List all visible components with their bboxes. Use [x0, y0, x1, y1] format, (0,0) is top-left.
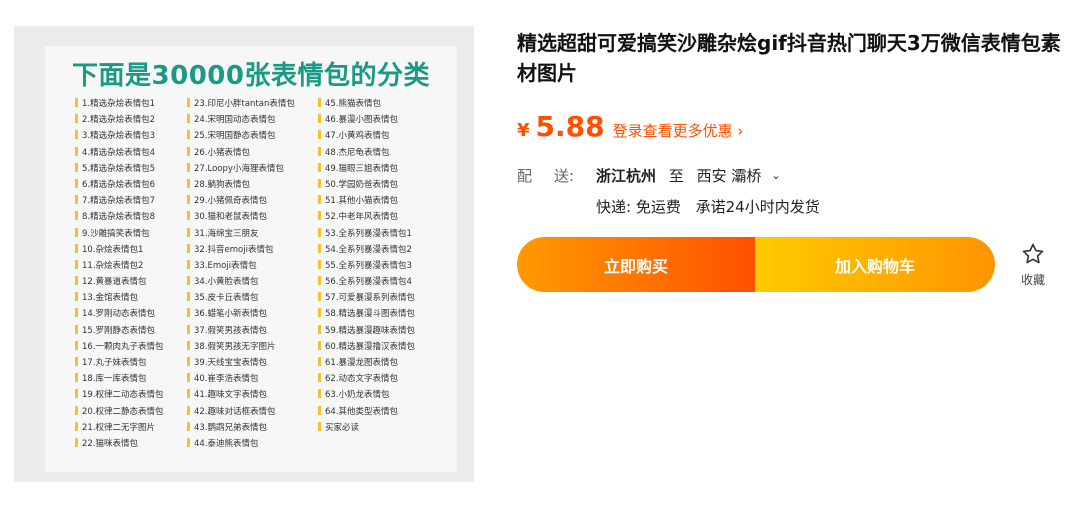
category-item: 2.精选杂烩表情包2: [75, 112, 164, 128]
category-item: 4.精选杂烩表情包4: [75, 145, 164, 161]
category-item: 44.泰迪熊表情包: [187, 436, 295, 452]
category-item: 19.权律二动态表情包: [75, 387, 164, 403]
category-item: 31.海绵宝三朋友: [187, 226, 295, 242]
category-item: 56.全系列暴漫表情包4: [318, 274, 415, 290]
promo-title: 下面是30000张表情包的分类: [72, 61, 430, 91]
category-item: 43.鹦鹉兄弟表情包: [187, 420, 295, 436]
category-item: 62.动态文字表情包: [318, 371, 415, 387]
category-item: 13.金馆表情包: [75, 290, 164, 306]
category-item: 24.宋明国动态表情包: [187, 112, 295, 128]
category-item: 8.精选杂烩表情包8: [75, 209, 164, 225]
category-item: 23.印尼小胖tantan表情包: [187, 96, 295, 112]
category-item: 18.库一库表情包: [75, 371, 164, 387]
category-item: 14.罗刚动态表情包: [75, 306, 164, 322]
category-item: 46.暴漫小图表情包: [318, 112, 415, 128]
category-item: 53.全系列暴漫表情包1: [318, 226, 415, 242]
express-fee: 快递: 免运费: [596, 198, 681, 216]
category-column-2: 23.印尼小胖tantan表情包 24.宋明国动态表情包 25.宋明国静态表情包 26…: [187, 96, 295, 452]
shipping-label: 配 送:: [517, 165, 574, 186]
category-item: 3.精选杂烩表情包3: [75, 128, 164, 144]
category-item: 29.小猪佩奇表情包: [187, 193, 295, 209]
price-currency: ¥: [517, 120, 530, 141]
category-item: 50.学园奶爸表情包: [318, 177, 415, 193]
category-item: 41.趣味文字表情包: [187, 387, 295, 403]
category-item: 40.崔李浩表情包: [187, 371, 295, 387]
star-icon: [1022, 243, 1044, 264]
category-item: 17.丸子妹表情包: [75, 355, 164, 371]
category-item: 7.精选杂烩表情包7: [75, 193, 164, 209]
category-item: 22.猫咪表情包: [75, 436, 164, 452]
category-item: 25.宋明国静态表情包: [187, 128, 295, 144]
category-item: 6.精选杂烩表情包6: [75, 177, 164, 193]
dispatch-promise: 承诺24小时内发货: [695, 198, 820, 216]
category-item: 21.权律二无字图片: [75, 420, 164, 436]
category-item: 38.假笑男孩无字图片: [187, 339, 295, 355]
category-item: 34.小黄脸表情包: [187, 274, 295, 290]
favorite-button[interactable]: 收藏: [1013, 242, 1053, 288]
shipping-destination: 西安 灞桥: [696, 167, 762, 185]
product-title: 精选超甜可爱搞笑沙雕杂烩gif抖音热门聊天3万微信表情包素材图片: [517, 31, 1061, 85]
category-item: 10.杂烩表情包1: [75, 242, 164, 258]
chevron-down-icon: ⌄: [771, 169, 781, 182]
category-item: 33.Emoji表情包: [187, 258, 295, 274]
category-item: 36.蜡笔小新表情包: [187, 306, 295, 322]
category-item: 55.全系列暴漫表情包3: [318, 258, 415, 274]
category-column-1: 1.精选杂烩表情包1 2.精选杂烩表情包2 3.精选杂烩表情包3 4.精选杂烩表情包4…: [75, 96, 164, 452]
category-item: 39.天线宝宝表情包: [187, 355, 295, 371]
shipping-label-2: 送:: [554, 167, 575, 185]
shipping-label-1: 配: [517, 167, 533, 185]
product-image-gallery[interactable]: 下面是30000张表情包的分类 1.精选杂烩表情包1 2.精选杂烩表情包2 3.精选…: [14, 26, 474, 482]
category-column-3: 45.熊猫表情包 46.暴漫小图表情包 47.小黄鸡表情包 48.杰尼龟表情包 49.猫…: [318, 96, 415, 436]
category-item: 27.Loopy小海狸表情包: [187, 161, 295, 177]
add-to-cart-label: 加入购物车: [834, 256, 915, 276]
price-value: 5.88: [535, 110, 605, 143]
category-item: 54.全系列暴漫表情包2: [318, 242, 415, 258]
category-item: 52.中老年风表情包: [318, 209, 415, 225]
category-item: 11.杂烩表情包2: [75, 258, 164, 274]
login-for-discount-link[interactable]: 登录查看更多优惠 ›: [613, 120, 744, 141]
shipping-route: 浙江杭州 至 西安 灞桥 ⌄: [596, 165, 797, 186]
category-item: 1.精选杂烩表情包1: [75, 96, 164, 112]
category-item: 64.其他类型表情包: [318, 404, 415, 420]
category-item: 51.其他小猫表情包: [318, 193, 415, 209]
add-to-cart-button[interactable]: 加入购物车: [755, 237, 995, 292]
category-item: 买家必读: [318, 420, 415, 436]
favorite-label: 收藏: [1020, 273, 1045, 287]
category-item: 60.精选暴漫撸汉表情包: [318, 339, 415, 355]
category-item: 30.猫和老鼠表情包: [187, 209, 295, 225]
category-item: 5.精选杂烩表情包5: [75, 161, 164, 177]
category-item: 9.沙雕搞笑表情包: [75, 226, 164, 242]
category-item: 59.精选暴漫趣味表情包: [318, 323, 415, 339]
buy-now-button[interactable]: 立即购买: [517, 237, 755, 292]
category-item: 48.杰尼龟表情包: [318, 145, 415, 161]
shipping-origin: 浙江杭州: [596, 167, 657, 185]
category-item: 16.一颗肉丸子表情包: [75, 339, 164, 355]
category-item: 45.熊猫表情包: [318, 96, 415, 112]
delivery-info: 快递: 免运费 承诺24小时内发货: [596, 196, 830, 217]
buy-now-label: 立即购买: [603, 256, 668, 276]
category-item: 15.罗刚静态表情包: [75, 323, 164, 339]
category-item: 61.暴漫龙图表情包: [318, 355, 415, 371]
category-item: 58.精选暴漫斗图表情包: [318, 306, 415, 322]
category-item: 12.黄暴道表情包: [75, 274, 164, 290]
category-item: 42.趣味对话框表情包: [187, 404, 295, 420]
category-item: 49.猫眼三姐表情包: [318, 161, 415, 177]
product-main-image: 下面是30000张表情包的分类 1.精选杂烩表情包1 2.精选杂烩表情包2 3.精选…: [45, 46, 457, 472]
shipping-to: 至: [668, 167, 684, 185]
category-item: 28.躺狗表情包: [187, 177, 295, 193]
category-item: 63.小奶龙表情包: [318, 387, 415, 403]
shipping-destination-select[interactable]: 西安 灞桥 ⌄: [697, 167, 789, 185]
category-item: 57.可爱暴漫系列表情包: [318, 290, 415, 306]
category-item: 47.小黄鸡表情包: [318, 128, 415, 144]
category-item: 26.小猪表情包: [187, 145, 295, 161]
category-item: 37.假笑男孩表情包: [187, 323, 295, 339]
category-item: 32.抖音emoji表情包: [187, 242, 295, 258]
price-row: ¥ 5.88 登录查看更多优惠 ›: [517, 110, 743, 143]
category-item: 20.权律二静态表情包: [75, 404, 164, 420]
category-item: 35.皮卡丘表情包: [187, 290, 295, 306]
